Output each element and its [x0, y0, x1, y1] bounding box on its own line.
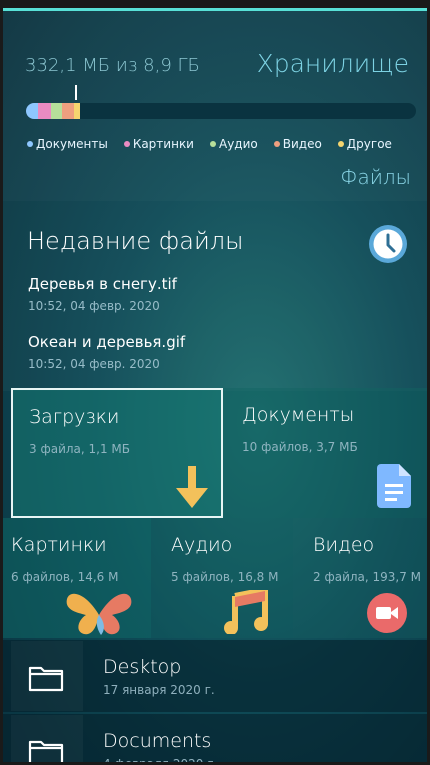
file-manager-screen: 332,1 МБ из 8,9 ГБ Хранилище Документы К…: [0, 0, 430, 765]
legend-images-dot: [123, 141, 130, 147]
folder-icon: [28, 740, 64, 762]
video-tile[interactable]: Видео 2 файла, 193,7 М: [293, 518, 427, 638]
video-camera-icon: [367, 593, 407, 633]
recent-files-title: Недавние файлы: [27, 227, 244, 255]
legend-audio-dot: [209, 141, 216, 147]
folder-name: Desktop: [103, 656, 182, 678]
folder-icon-box: [11, 641, 83, 711]
legend-other: Другое: [337, 137, 392, 151]
folder-date: 4 февраля 2020 г.: [103, 757, 218, 765]
folder-name: Documents: [103, 730, 212, 752]
audio-tile[interactable]: Аудио 5 файлов, 16,8 М: [151, 518, 293, 638]
legend-images-label: Картинки: [132, 137, 194, 151]
storage-usage-bar: [26, 103, 416, 119]
legend-other-label: Другое: [346, 137, 392, 151]
folder-icon: [28, 666, 64, 692]
downloads-tile[interactable]: Загрузки 3 файла, 1,1 МБ: [11, 388, 223, 518]
video-title: Видео: [313, 534, 375, 556]
butterfly-icon: [66, 593, 132, 635]
storage-used-label: 332,1 МБ из 8,9 ГБ: [25, 55, 200, 76]
legend-documents-dot: [27, 141, 33, 147]
legend-documents-label: Документы: [36, 137, 108, 151]
images-subtitle: 6 файлов, 14,6 М: [11, 570, 119, 584]
recent-files-panel: Недавние файлы Деревья в снегу.tif 10:52…: [3, 201, 427, 391]
bar-segment-other: [74, 103, 80, 119]
documents-subtitle: 10 файлов, 3,7 МБ: [242, 440, 358, 454]
music-note-icon: [224, 590, 268, 634]
legend-video-label: Видео: [282, 137, 322, 151]
audio-subtitle: 5 файлов, 16,8 М: [171, 570, 279, 584]
legend-video-dot: [273, 141, 280, 147]
recent-file-name[interactable]: Океан и деревья.gif: [28, 333, 185, 351]
downloads-title: Загрузки: [29, 406, 120, 428]
video-subtitle: 2 файла, 193,7 М: [313, 570, 422, 584]
images-tile[interactable]: Картинки 6 файлов, 14,6 М: [3, 518, 151, 638]
bar-segment-audio: [51, 103, 62, 119]
folder-row-desktop[interactable]: Desktop 17 января 2020 г.: [3, 640, 427, 712]
documents-title: Документы: [242, 404, 355, 426]
legend-images: Картинки: [123, 137, 194, 151]
document-icon: [377, 464, 411, 508]
bar-segment-video: [62, 103, 74, 119]
images-title: Картинки: [11, 534, 107, 556]
recent-file-date: 10:52, 04 февр. 2020: [28, 299, 160, 313]
download-arrow-icon: [176, 466, 208, 508]
bar-segment-images: [38, 103, 51, 119]
storage-panel[interactable]: 332,1 МБ из 8,9 ГБ Хранилище Документы К…: [3, 11, 427, 201]
folder-icon-box: [11, 715, 83, 762]
files-link[interactable]: Файлы: [340, 165, 411, 189]
legend-audio: Аудио: [209, 137, 258, 151]
audio-title: Аудио: [171, 534, 233, 556]
documents-tile[interactable]: Документы 10 файлов, 3,7 МБ: [223, 388, 427, 518]
recent-file-name[interactable]: Деревья в снегу.tif: [28, 275, 177, 293]
folder-row-documents[interactable]: Documents 4 февраля 2020 г.: [3, 714, 427, 765]
usage-marker: [75, 85, 77, 100]
downloads-subtitle: 3 файла, 1,1 МБ: [29, 442, 130, 456]
clock-icon[interactable]: [367, 223, 409, 265]
legend-audio-label: Аудио: [218, 137, 258, 151]
recent-file-date: 10:52, 04 февр. 2020: [28, 357, 160, 371]
bar-segment-documents: [26, 103, 38, 119]
legend-other-dot: [337, 141, 344, 147]
storage-title: Хранилище: [256, 49, 409, 78]
folder-date: 17 января 2020 г.: [103, 683, 215, 697]
legend-video: Видео: [273, 137, 322, 151]
storage-legend: Документы Картинки Аудио Видео Другое: [27, 137, 392, 151]
legend-documents: Документы: [27, 137, 108, 151]
